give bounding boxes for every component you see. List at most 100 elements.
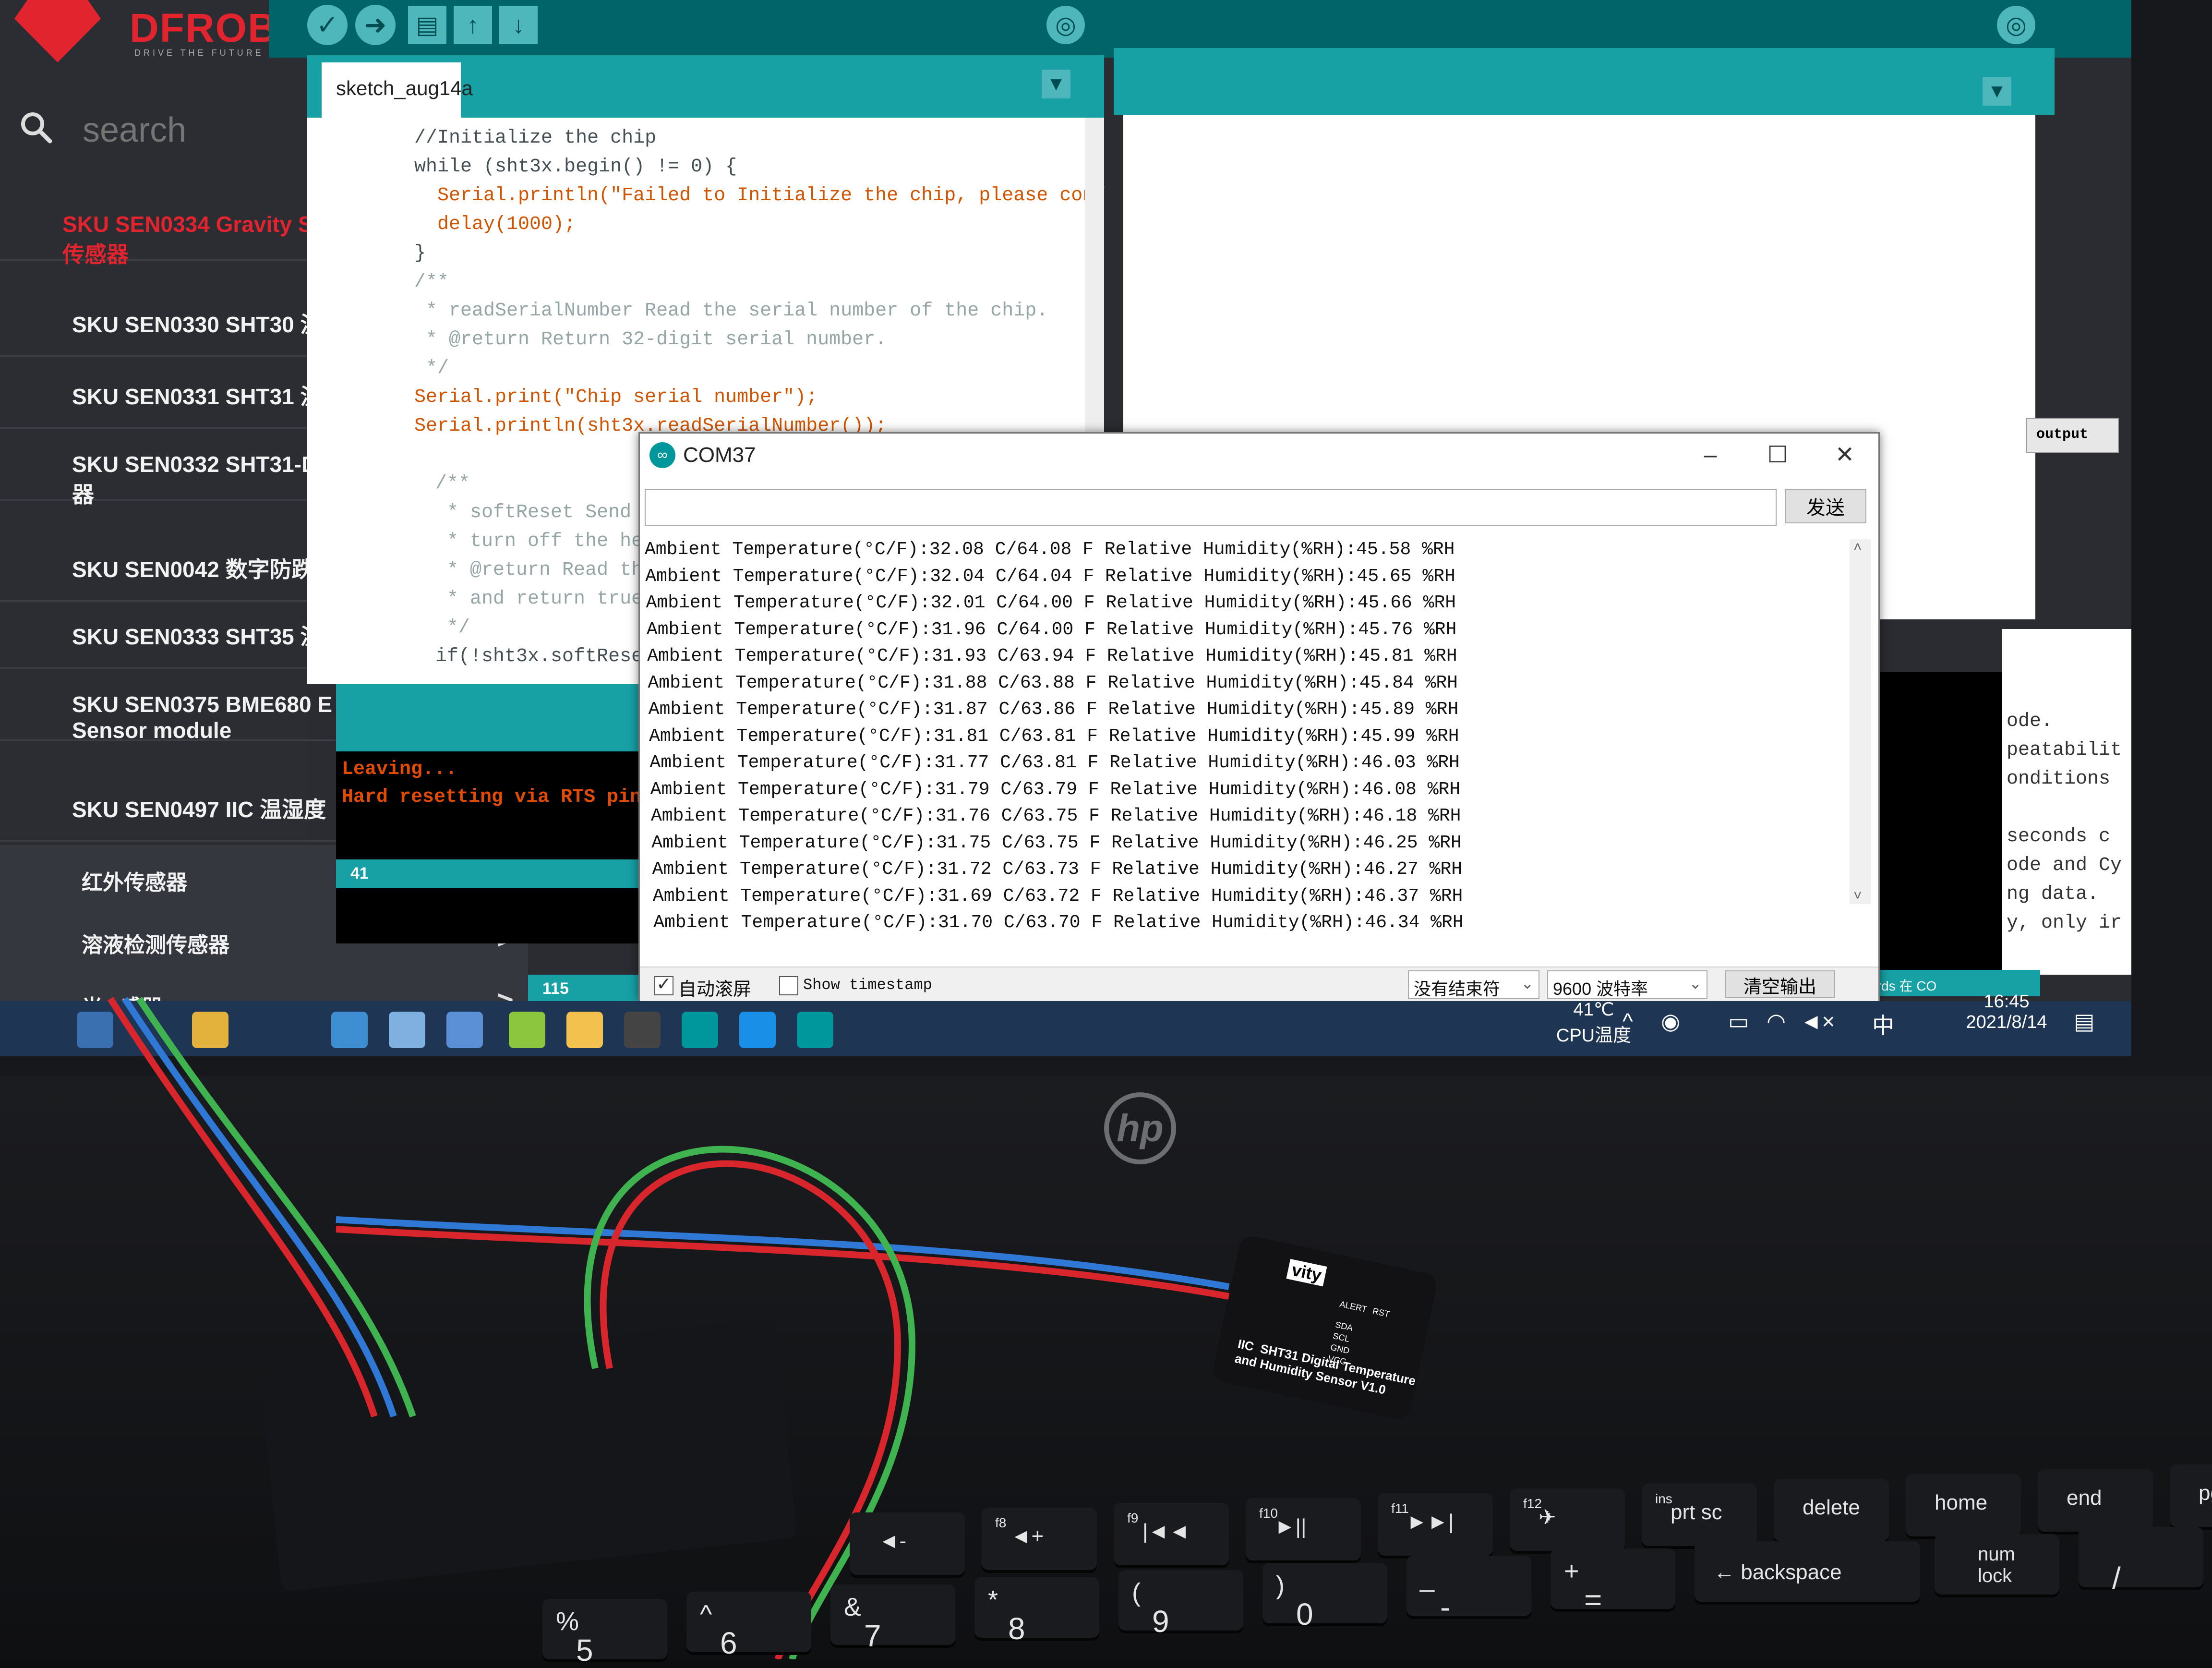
ide1-console: Leaving... Hard resetting via RTS pin. [336,751,662,943]
line-ending-select[interactable]: 没有结束符 ⌄ [1408,970,1539,999]
key-label: = [1584,1583,1602,1617]
scroll-up-icon[interactable]: ˄ [1853,539,1862,556]
serial-line: Ambient Temperature(°C/F):31.93 C/63.94 … [647,646,1457,666]
dfrobot-logo-icon [14,0,101,62]
battery-icon[interactable]: ▭ [1728,1008,1749,1034]
clear-output-button[interactable]: 清空输出 [1725,970,1835,998]
maximize-button[interactable]: ☐ [1749,438,1806,472]
serial-line: Ambient Temperature(°C/F):31.88 C/63.88 … [648,672,1458,693]
serial-line: Ambient Temperature(°C/F):31.70 C/63.70 … [653,912,1464,933]
nav-item-label: SKU SEN0042 数字防跌落 [72,557,336,582]
key-shift-label: + [1564,1557,1579,1585]
code-line: */ [401,617,470,639]
close-button[interactable]: ✕ [1816,438,1874,472]
key-number[interactable]: num lock [1935,1534,2059,1595]
key-function[interactable]: pg up [2170,1464,2212,1527]
key-number[interactable]: + = [1551,1548,1675,1617]
key-function[interactable]: f8 ◄+ [982,1508,1097,1570]
scroll-down-icon[interactable]: ˅ [1853,888,1862,904]
key-label: pg up [2199,1481,2212,1505]
key-function[interactable]: delete [1774,1479,1889,1541]
key-shift-label: ( [1132,1578,1141,1607]
serial-titlebar[interactable]: ∞ COM37 – ☐ ✕ [640,434,1878,477]
sidebar-nav-item[interactable]: SKU SEN0333 SHT35 温 [0,600,346,669]
key-label: |◄◄ [1142,1520,1190,1543]
key-label: prt sc [1671,1500,1722,1524]
sidebar-nav-item[interactable]: SKU SEN0332 SHT31-DI 器 [0,432,346,507]
volume-muted-icon[interactable]: ◄× [1800,1008,1835,1034]
sidebar-nav-item[interactable]: SKU SEN0334 Gravity SH 传感器 [0,192,346,267]
key-function[interactable]: ins prt sc [1642,1484,1757,1546]
key-label: 5 [576,1633,593,1668]
sidebar-nav-item[interactable]: SKU SEN0497 IIC 温湿度 [0,773,346,842]
key-shift-label: & [844,1593,862,1621]
serial-line: Ambient Temperature(°C/F):31.81 C/63.81 … [649,725,1459,747]
sidebar-nav-item[interactable]: SKU SEN0330 SHT30 温 [0,288,346,357]
sidebar-nav-item[interactable]: SKU SEN0375 BME680 E Sensor module [0,672,346,743]
tab-menu-chevron-icon-2[interactable]: ▼ [1983,77,2011,106]
clock[interactable]: 16:45 2021/8/14 [1959,991,2055,1033]
nav-item-label: SKU SEN0330 SHT30 温 [72,312,323,337]
key-number[interactable]: / [2079,1527,2203,1595]
serial-send-input[interactable] [645,489,1777,526]
key-label: home [1935,1491,1988,1514]
search-icon[interactable] [19,110,53,144]
minimize-button[interactable]: – [1682,438,1739,472]
serial-line: Ambient Temperature(°C/F):31.69 C/63.72 … [652,885,1463,907]
tab-sketch[interactable]: sketch_aug14a [322,62,473,118]
key-label: 8 [1008,1611,1025,1646]
serial-monitor-window: ∞ COM37 – ☐ ✕ 发送 Ambient Temperature(°C/… [638,432,1880,1002]
wifi-icon[interactable]: ◠ [1767,1008,1786,1034]
key-number[interactable]: ^ 6 [686,1592,811,1660]
chevron-down-icon: ⌄ [1521,975,1534,992]
key-function[interactable]: home [1906,1474,2021,1536]
tray-app-icon[interactable]: ◉ [1661,1008,1680,1034]
key-number[interactable]: _ - [1407,1556,1531,1624]
nav-item-label: SKU SEN0334 Gravity SH 传感器 [62,212,329,267]
ime-indicator[interactable]: 中 [1872,1008,1894,1040]
ide1-status-bar: 41 [336,859,662,888]
key-shift-label: % [556,1607,579,1636]
window-title: COM37 [683,443,756,467]
send-button[interactable]: 发送 [1785,489,1866,523]
key-function[interactable]: f12 ✈ [1510,1488,1625,1551]
serial-monitor-icon-2[interactable]: ◎ [1997,6,2035,44]
sensor-pin-label: SCL [1332,1331,1351,1344]
verify-button[interactable]: ✓ [307,5,348,45]
key-label: 6 [720,1626,737,1660]
sidebar-nav-item[interactable]: SKU SEN0042 数字防跌落 [0,533,346,602]
key-function[interactable]: ◄- [850,1512,965,1575]
serial-line: Ambient Temperature(°C/F):31.96 C/64.00 … [646,619,1457,640]
tab-menu-chevron-icon[interactable]: ▼ [1042,70,1070,98]
key-number[interactable]: ) 0 [1262,1563,1387,1632]
search-input[interactable] [82,108,304,152]
code-line: /** [401,473,470,495]
key-number[interactable]: & 7 [830,1584,955,1653]
key-function[interactable]: f10 ►|| [1246,1498,1361,1560]
notification-icon[interactable]: ▤ [2074,1008,2094,1034]
serial-scrollbar[interactable]: ˄ ˅ [1850,539,1871,904]
tray-chevron-up-icon[interactable]: ^ [1623,1008,1633,1034]
open-sketch-button[interactable]: ↑ [454,6,492,44]
baud-rate-select[interactable]: 9600 波特率 ⌄ [1547,970,1707,999]
save-sketch-button[interactable]: ↓ [499,6,538,44]
upload-button[interactable]: ➜ [355,5,396,45]
code-line: * @return Read the [401,559,655,581]
sidebar-nav-item[interactable]: SKU SEN0331 SHT31 温 [0,360,346,429]
key-number[interactable]: (9 [1118,1570,1243,1639]
key-number[interactable]: % 5 [542,1599,667,1668]
key-label: end [2067,1486,2102,1510]
key-function[interactable]: f11 ►►| [1378,1493,1493,1556]
key-label: ✈ [1539,1506,1556,1529]
new-sketch-button[interactable]: ▤ [408,6,446,44]
key-number[interactable]: ← backspace [1695,1541,1920,1602]
code-line: * @return Return 32-digit serial number. [391,329,887,351]
key-function[interactable]: f9 |◄◄ [1114,1503,1229,1565]
serial-output[interactable]: Ambient Temperature(°C/F):32.08 C/64.08 … [645,539,1845,933]
key-function[interactable]: end [2038,1469,2153,1532]
key-number[interactable]: * 8 [974,1577,1099,1646]
serial-monitor-icon[interactable]: ◎ [1046,6,1085,44]
description-line: ode and Cy [2007,855,2122,876]
nav-item-label: SKU SEN0332 SHT31-DI 器 [72,452,324,507]
output-button[interactable]: output [2026,418,2119,453]
